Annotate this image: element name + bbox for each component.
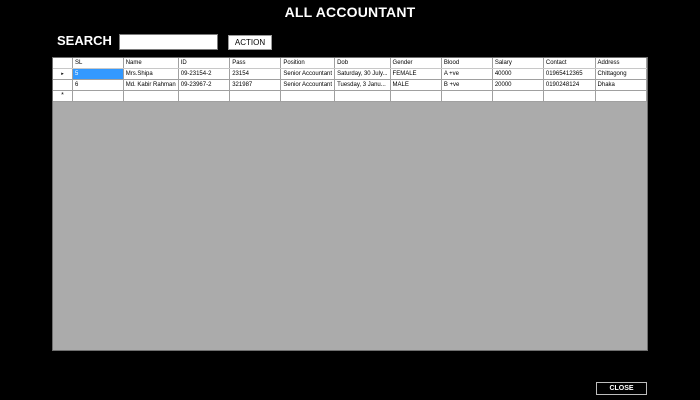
search-label: SEARCH (57, 33, 112, 48)
column-header-blood[interactable]: Blood (441, 58, 493, 69)
table-row[interactable]: 6 Md. Kabir Rahman 09-23967-2 321987 Sen… (53, 79, 648, 91)
cell-position[interactable]: Senior Accountant (280, 79, 336, 91)
cell-contact[interactable]: 0190248124 (543, 79, 596, 91)
page-title: ALL ACCOUNTANT (284, 4, 416, 20)
column-header-sl[interactable]: SL (72, 58, 124, 69)
empty-cell[interactable] (595, 90, 648, 102)
column-header-contact[interactable]: Contact (543, 58, 596, 69)
empty-cell[interactable] (390, 90, 442, 102)
action-button[interactable]: ACTION (228, 35, 272, 50)
cell-name[interactable]: Mrs.Shipa (123, 68, 179, 80)
column-header-address[interactable]: Address (595, 58, 648, 69)
empty-cell[interactable] (178, 90, 231, 102)
row-header[interactable]: ▸ (53, 68, 73, 80)
empty-cell[interactable] (543, 90, 596, 102)
row-header[interactable] (53, 79, 73, 91)
empty-cell[interactable] (123, 90, 179, 102)
cell-blood[interactable]: B +ve (441, 79, 493, 91)
cell-address[interactable]: Chittagong (595, 68, 648, 80)
cell-gender[interactable]: FEMALE (390, 68, 442, 80)
empty-cell[interactable] (280, 90, 336, 102)
cell-name[interactable]: Md. Kabir Rahman (123, 79, 179, 91)
empty-cell[interactable] (441, 90, 493, 102)
cell-sl[interactable]: 5 (72, 68, 124, 80)
empty-cell[interactable] (334, 90, 391, 102)
search-input[interactable] (119, 34, 218, 50)
column-header-dob[interactable]: Dob (334, 58, 391, 69)
cell-gender[interactable]: MALE (390, 79, 442, 91)
cell-blood[interactable]: A +ve (441, 68, 493, 80)
cell-position[interactable]: Senior Accountant (280, 68, 336, 80)
corner-cell[interactable] (53, 58, 73, 69)
column-header-pass[interactable]: Pass (229, 58, 282, 69)
cell-contact[interactable]: 01965412365 (543, 68, 596, 80)
cell-pass[interactable]: 321987 (229, 79, 282, 91)
column-header-position[interactable]: Position (280, 58, 336, 69)
cell-address[interactable]: Dhaka (595, 79, 648, 91)
accountant-table: SL Name ID Pass Position Dob Gender Bloo… (53, 58, 648, 102)
cell-salary[interactable]: 40000 (492, 68, 544, 80)
header-row: SL Name ID Pass Position Dob Gender Bloo… (53, 58, 648, 69)
table-row[interactable]: ▸ 5 Mrs.Shipa 09-23154-2 23154 Senior Ac… (53, 68, 648, 80)
cell-dob[interactable]: Saturday, 30 July... (334, 68, 391, 80)
cell-salary[interactable]: 20000 (492, 79, 544, 91)
column-header-id[interactable]: ID (178, 58, 231, 69)
close-button[interactable]: CLOSE (596, 382, 647, 395)
column-header-name[interactable]: Name (123, 58, 179, 69)
column-header-gender[interactable]: Gender (390, 58, 442, 69)
cell-dob[interactable]: Tuesday, 3 Janu... (334, 79, 391, 91)
new-row[interactable]: * (53, 90, 648, 102)
column-header-salary[interactable]: Salary (492, 58, 544, 69)
new-row-asterisk-icon: * (61, 92, 64, 99)
empty-cell[interactable] (72, 90, 124, 102)
accountant-data-grid[interactable]: SL Name ID Pass Position Dob Gender Bloo… (52, 57, 648, 351)
empty-cell[interactable] (229, 90, 282, 102)
cell-id[interactable]: 09-23967-2 (178, 79, 231, 91)
cell-sl[interactable]: 6 (72, 79, 124, 91)
row-header[interactable]: * (53, 90, 73, 102)
empty-cell[interactable] (492, 90, 544, 102)
cell-pass[interactable]: 23154 (229, 68, 282, 80)
cell-id[interactable]: 09-23154-2 (178, 68, 231, 80)
current-row-arrow-icon: ▸ (61, 71, 64, 77)
